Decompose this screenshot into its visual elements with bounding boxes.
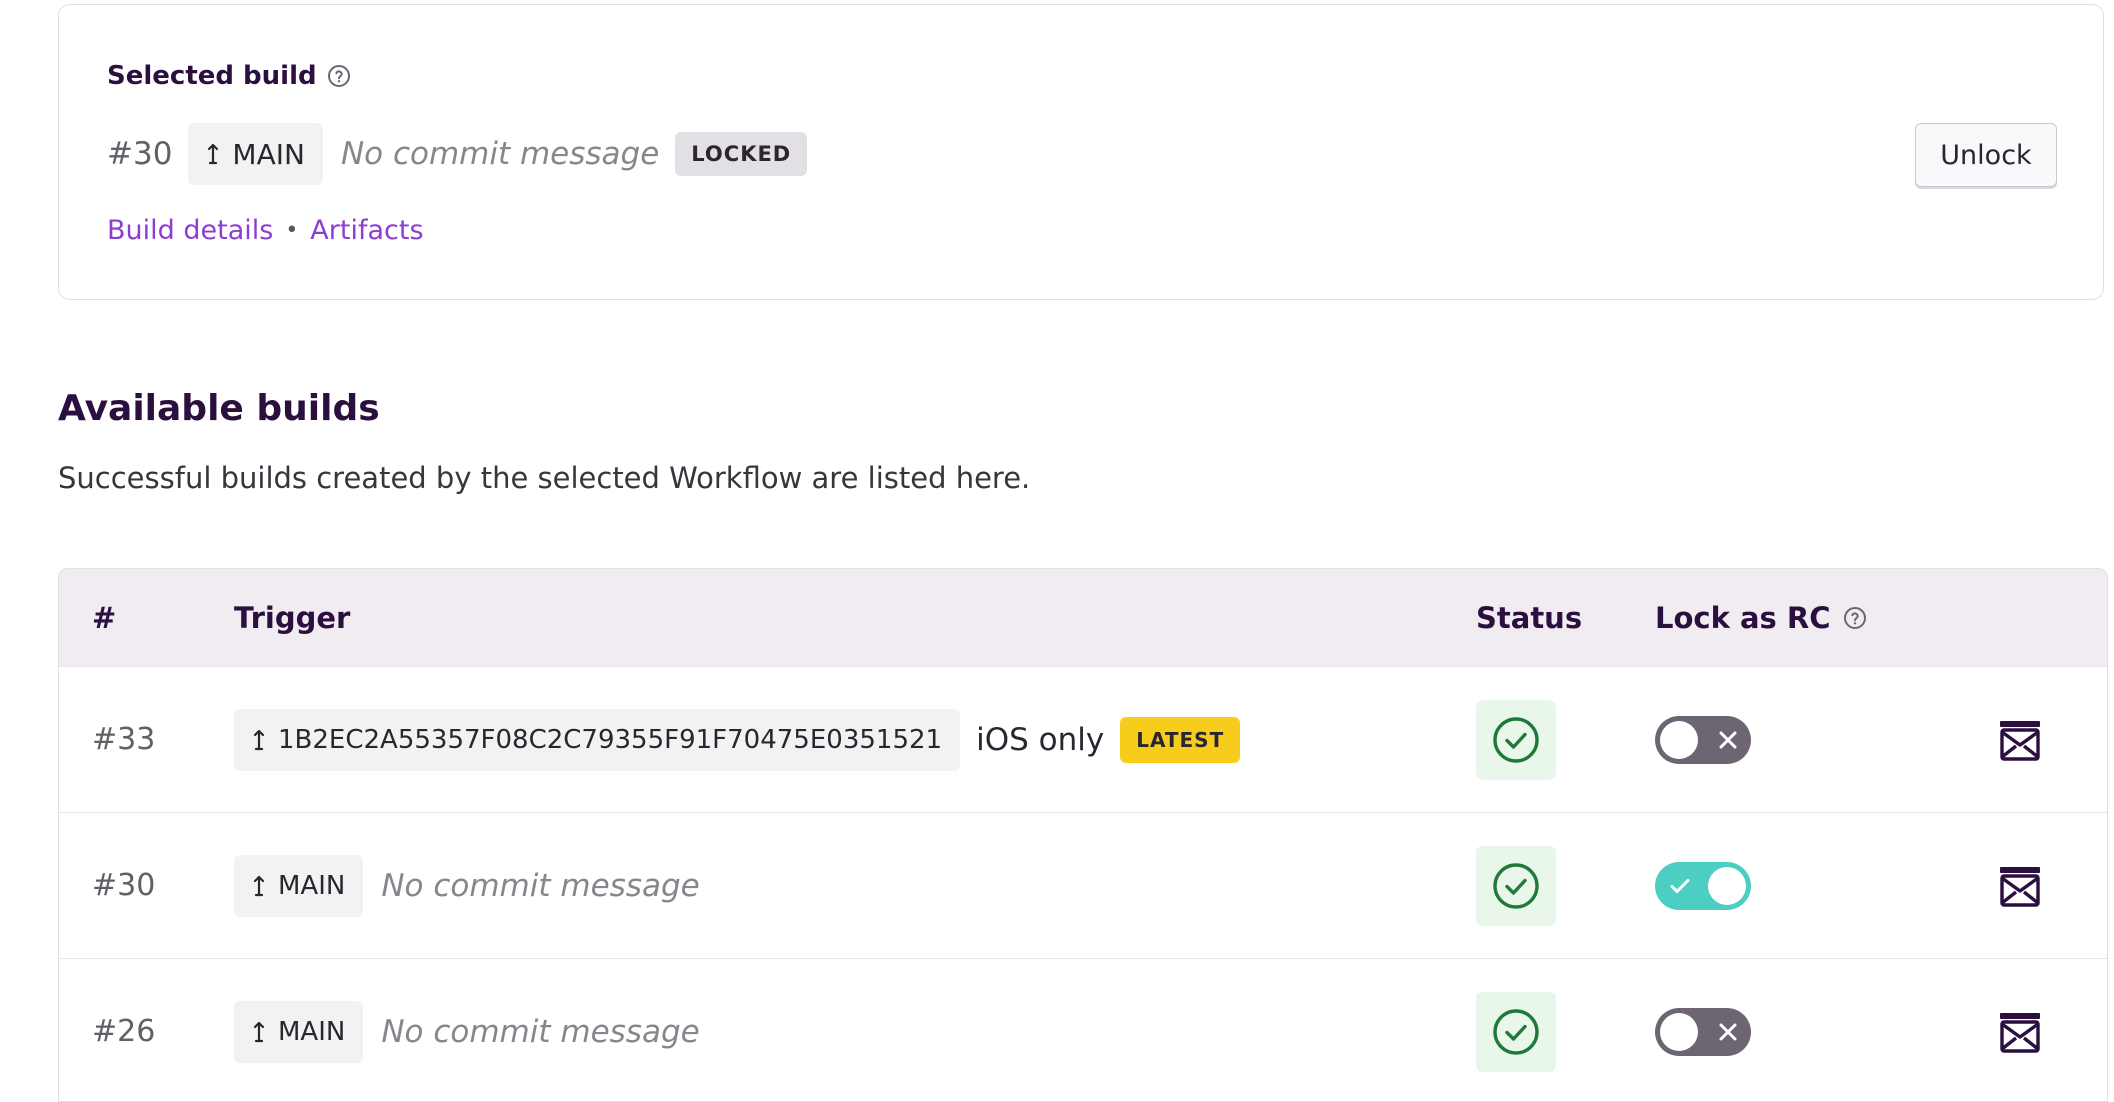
trigger-cell: MAIN No commit message [234,959,700,1101]
check-circle-icon [1493,716,1539,763]
build-details-link[interactable]: Build details [107,215,273,246]
table-header: # Trigger Status Lock as RC [59,569,2107,666]
download-cell [1997,667,2043,812]
close-icon [1719,731,1737,748]
header-lock-as-rc: Lock as RC [1655,569,1867,666]
toggle-knob [1708,866,1746,905]
build-number: #26 [92,1014,156,1049]
build-number: #30 [92,868,156,903]
toggle-knob [1660,1012,1698,1051]
commit-message: No commit message [381,1013,700,1050]
header-number: # [92,569,116,666]
selected-branch-pill: MAIN [188,123,323,185]
table-row: #33 1B2EC2A55357F08C2C79355F91F70475E035… [59,666,2107,812]
branch-arrow-icon [253,729,265,750]
trigger-label: MAIN [278,1016,346,1047]
table-row: #30 MAIN No commit message [59,812,2107,958]
toggle-knob [1660,720,1698,759]
available-builds-title: Available builds [58,388,380,429]
commit-message: No commit message [381,867,700,904]
help-icon[interactable] [327,64,351,88]
latest-badge: LATEST [1120,716,1241,763]
selected-build-heading: Selected build [107,61,351,91]
build-number: #33 [92,722,156,757]
help-icon[interactable] [1843,606,1867,630]
artifact-download-icon[interactable] [1997,1009,2043,1055]
lock-cell [1655,959,1751,1101]
status-success [1476,991,1556,1072]
status-cell [1476,813,1556,958]
lock-as-rc-toggle[interactable] [1655,1007,1751,1056]
status-cell [1476,667,1556,812]
header-trigger-label: Trigger [234,600,351,635]
download-cell [1997,959,2043,1101]
artifacts-link[interactable]: Artifacts [310,215,423,246]
close-icon [1719,1023,1737,1040]
lock-as-rc-toggle[interactable] [1655,861,1751,910]
status-cell [1476,959,1556,1101]
artifact-download-icon[interactable] [1997,863,2043,909]
status-success [1476,699,1556,780]
branch-arrow-icon [253,1021,265,1042]
trigger-pill: 1B2EC2A55357F08C2C79355F91F70475E0351521 [234,708,961,771]
link-separator: • [285,218,299,243]
branch-arrow-icon [253,875,265,896]
artifact-download-icon[interactable] [1997,717,2043,763]
download-cell [1997,813,2043,958]
header-lock-label: Lock as RC [1655,600,1831,635]
header-status-label: Status [1476,600,1583,635]
trigger-pill: MAIN [234,1000,364,1063]
selected-build-number: #30 [107,136,173,172]
selected-build-card: Selected build #30 MAIN No commit messag… [58,4,2104,300]
header-number-label: # [92,600,117,635]
selected-build-links: Build details • Artifacts [107,215,424,246]
header-trigger: Trigger [234,569,350,666]
trigger-cell: MAIN No commit message [234,813,700,958]
lock-cell [1655,813,1751,958]
selected-build-title: Selected build [107,61,317,91]
available-builds-description: Successful builds created by the selecte… [58,461,1031,495]
unlock-button[interactable]: Unlock [1915,123,2057,187]
lock-cell [1655,667,1751,812]
builds-table: # Trigger Status Lock as RC #33 1B2EC2A5… [58,568,2108,1102]
check-circle-icon [1493,862,1539,909]
table-row: #26 MAIN No commit message [59,958,2107,1101]
trigger-label: 1B2EC2A55357F08C2C79355F91F70475E0351521 [278,724,943,755]
commit-message: iOS only [976,721,1105,758]
check-icon [1670,878,1690,893]
trigger-pill: MAIN [234,854,364,917]
selected-branch-label: MAIN [232,137,305,171]
branch-arrow-icon [208,143,219,165]
selected-build-row: #30 MAIN No commit message LOCKED [107,123,808,185]
selected-commit-message: No commit message [340,136,660,172]
trigger-cell: 1B2EC2A55357F08C2C79355F91F70475E0351521… [234,667,1241,812]
header-status: Status [1476,569,1582,666]
status-success [1476,845,1556,926]
check-circle-icon [1493,1008,1539,1055]
trigger-label: MAIN [278,870,346,901]
lock-as-rc-toggle[interactable] [1655,715,1751,764]
locked-badge: LOCKED [675,132,808,176]
